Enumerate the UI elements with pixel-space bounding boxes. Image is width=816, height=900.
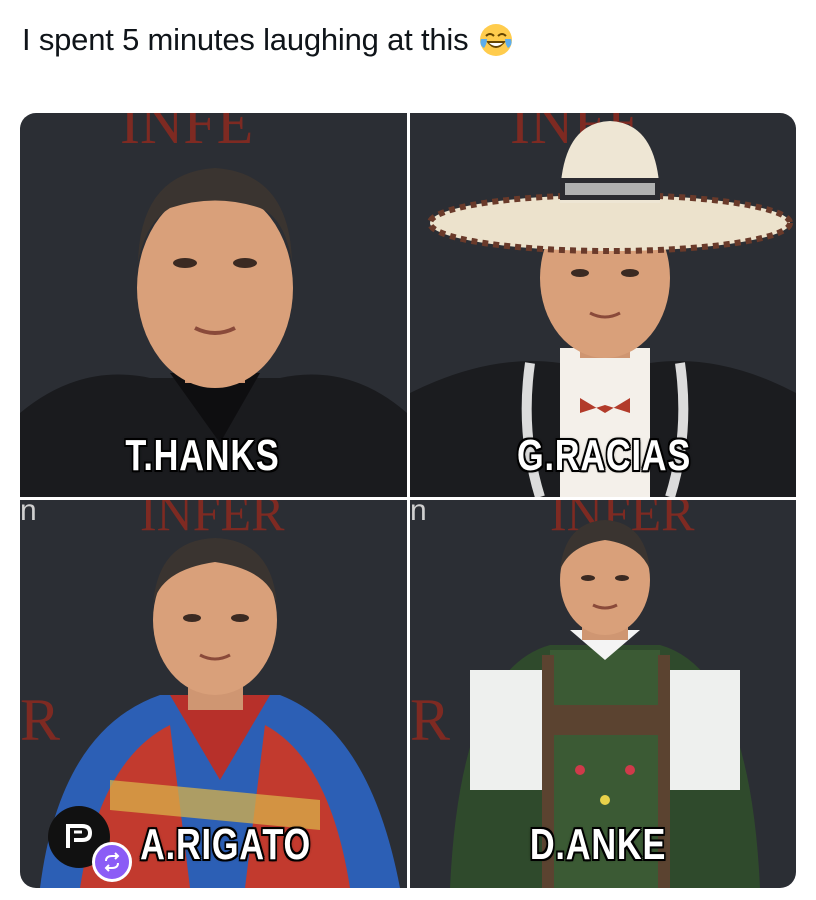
repost-badge[interactable] bbox=[92, 842, 132, 882]
svg-text:INFER: INFER bbox=[140, 500, 285, 541]
p-logo-icon bbox=[66, 824, 93, 848]
svg-text:R: R bbox=[20, 687, 60, 753]
face-with-tears-of-joy-icon bbox=[480, 24, 513, 56]
svg-text:R: R bbox=[410, 687, 450, 753]
panel-thanks: INFE orn T.HANKS bbox=[20, 113, 407, 497]
tweet-text-label: I spent 5 minutes laughing at this bbox=[22, 22, 469, 57]
svg-text:INFE: INFE bbox=[120, 113, 253, 156]
caption-gracias: G.RACIAS bbox=[516, 431, 692, 480]
repost-icon bbox=[104, 852, 120, 872]
caption-danke: D.ANKE bbox=[529, 820, 667, 869]
svg-text:n: n bbox=[410, 500, 427, 527]
caption-thanks: T.HANKS bbox=[125, 431, 280, 480]
svg-text:n: n bbox=[20, 500, 37, 527]
panel-gracias: INFE G.RACIAS bbox=[410, 113, 796, 497]
panel-danke: INFER R n D.ANKE bbox=[410, 500, 796, 888]
meme-image-grid[interactable]: INFE orn T.HANKS INFE bbox=[20, 113, 796, 888]
tweet-text: I spent 5 minutes laughing at this bbox=[22, 22, 514, 58]
